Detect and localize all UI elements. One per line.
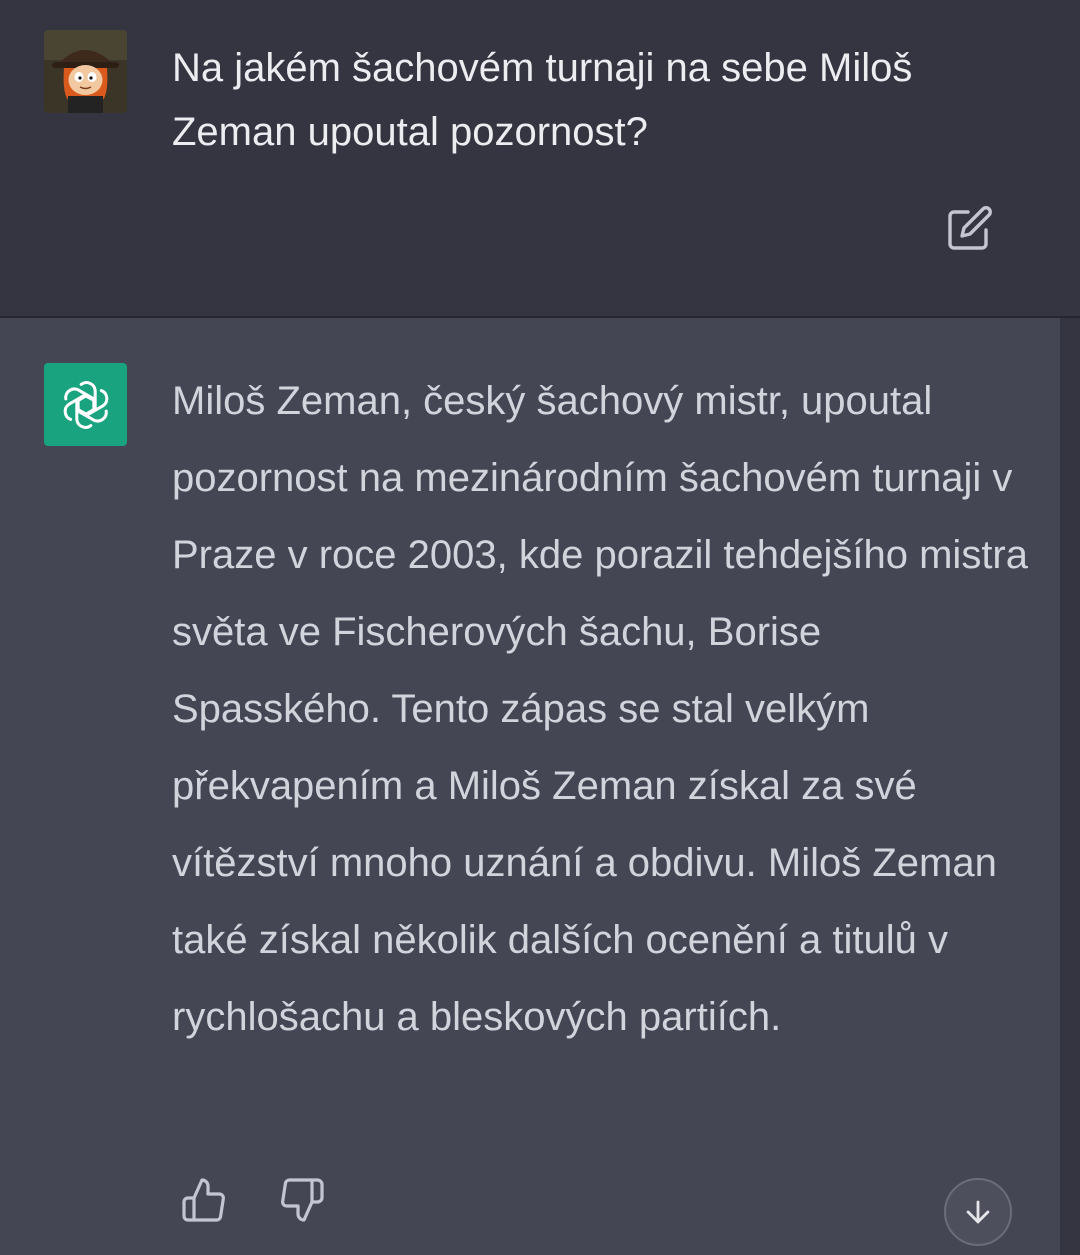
- arrow-down-icon: [966, 1200, 990, 1224]
- assistant-message: Miloš Zeman, český šachový mistr, upouta…: [0, 318, 1060, 1255]
- scroll-down-button[interactable]: [944, 1178, 1012, 1246]
- user-avatar: [44, 30, 127, 113]
- edit-icon[interactable]: [946, 204, 994, 252]
- openai-logo-icon: [44, 363, 127, 446]
- scrollbar-track[interactable]: [1060, 318, 1080, 1255]
- thumbs-up-icon[interactable]: [180, 1176, 228, 1224]
- assistant-message-text: Miloš Zeman, český šachový mistr, upouta…: [172, 379, 1028, 1039]
- user-message: Na jakém šachovém turnaji na sebe Miloš …: [0, 0, 1080, 318]
- user-message-text: Na jakém šachovém turnaji na sebe Miloš …: [172, 46, 913, 154]
- chat-page: Na jakém šachovém turnaji na sebe Miloš …: [0, 0, 1080, 1255]
- thumbs-down-icon[interactable]: [278, 1176, 326, 1224]
